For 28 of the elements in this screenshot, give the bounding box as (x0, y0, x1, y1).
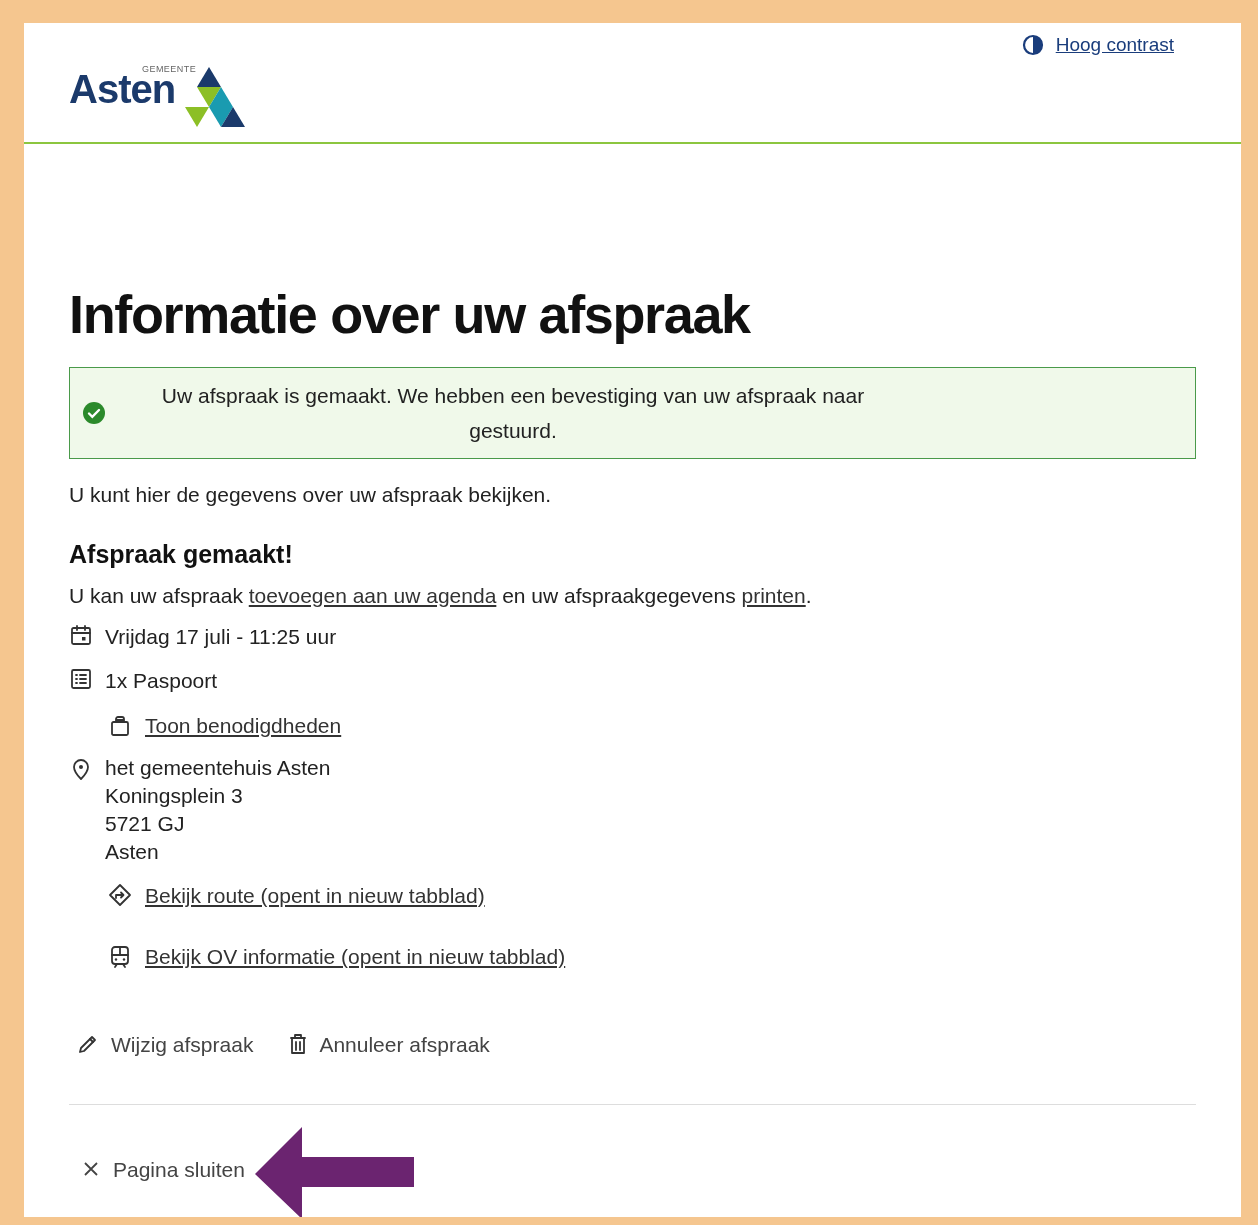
address-line: Asten (105, 838, 160, 865)
route-sign-icon (107, 883, 133, 908)
address-line: het gemeentehuis Asten (105, 754, 331, 781)
address-line: 5721 GJ (105, 810, 186, 837)
close-page-button[interactable]: Pagina sluiten (83, 1153, 245, 1185)
address-line: Koningsplein 3 (105, 782, 244, 809)
logo-small-text: GEMEENTE (142, 63, 197, 75)
text-link[interactable]: toevoegen aan uw agenda (248, 583, 497, 607)
product-text: 1x Paspoort (105, 667, 218, 694)
pencil-icon (77, 1033, 99, 1056)
close-icon (83, 1161, 99, 1178)
alert-message: Uw afspraak is gemaakt. We hebben een bevestiging van uw afspraak naar gestuurd. (160, 382, 866, 444)
appointment-date: Vrijdag 17 juli - 11:25 uur (105, 624, 337, 650)
section-heading: Afspraak gemaakt! (69, 539, 294, 570)
high-contrast-link[interactable]: Hoog contrast (1021, 31, 1174, 60)
trash-icon (289, 1033, 308, 1056)
intro-text: U kunt hier de gegevens over uw afspraak bekijken. (69, 481, 553, 508)
list-icon (69, 667, 93, 690)
contrast-icon (1021, 34, 1044, 57)
detail-link[interactable]: Bekijk route (opent in nieuw tabblad) (107, 879, 1196, 911)
calendar-sentence: U kan uw afspraak toevoegen aan uw agenda en uw afspraakgegevens printen. (69, 582, 813, 609)
edit-appointment-button[interactable]: Wijzig afspraak (77, 1028, 254, 1060)
detail-link[interactable]: Bekijk OV informatie (opent in nieuw tabblad) (107, 941, 1196, 973)
calendar-icon (69, 624, 93, 646)
cancel-appointment-button[interactable]: Annuleer afspraak (289, 1028, 490, 1060)
text-link[interactable]: printen (741, 583, 806, 607)
detail-link[interactable]: Toon benodigdheden (107, 710, 1196, 742)
check-circle-icon (82, 400, 106, 425)
